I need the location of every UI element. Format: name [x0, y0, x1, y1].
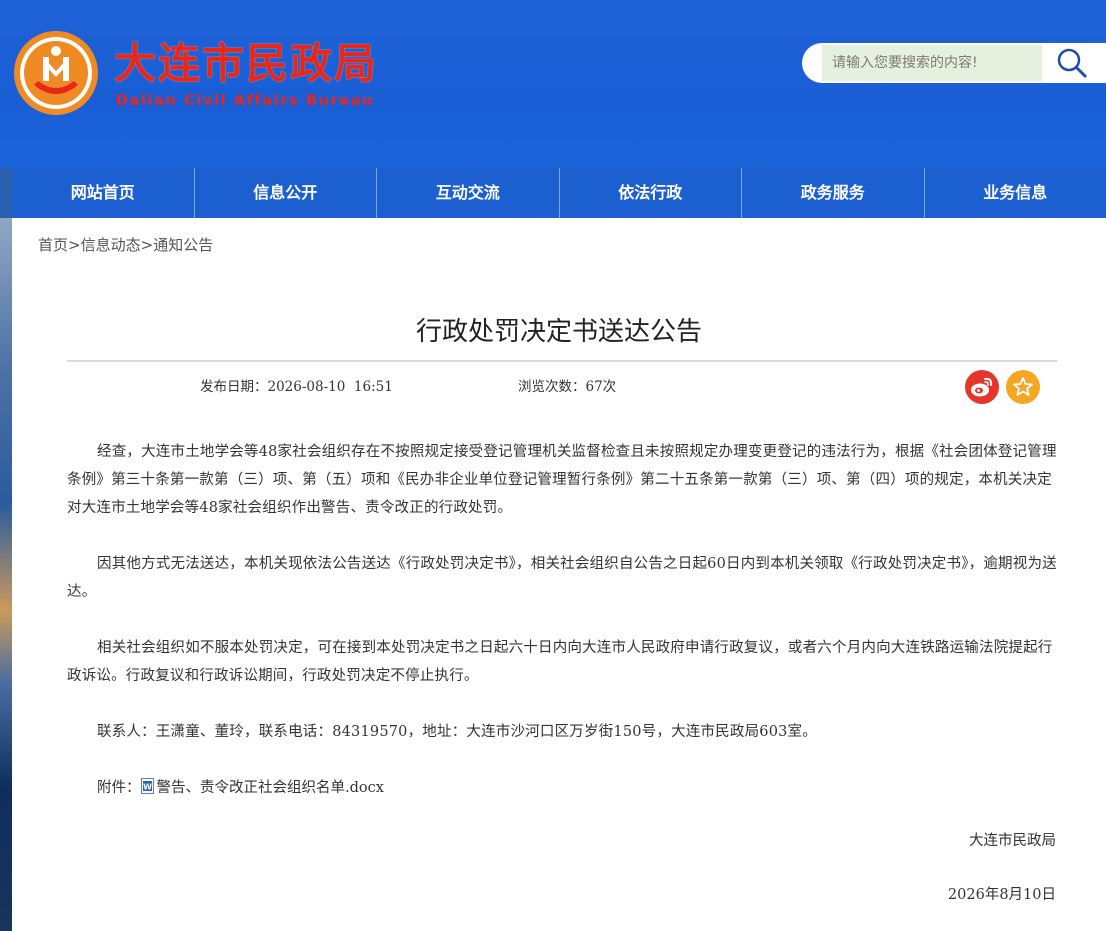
civil-affairs-emblem-icon[interactable] [12, 29, 100, 117]
publish-date-label: 发布日期： [200, 379, 268, 395]
article-title: 行政处罚决定书送达公告 [415, 317, 702, 347]
background-cityscape [0, 218, 12, 931]
signature-date: 2026年8月10日 [947, 887, 1056, 903]
site-title-cn: 大连市民政局 [114, 39, 379, 88]
site-header: 大连市民政局 Dalian Civil Affairs Bureau [0, 0, 1106, 168]
article-paragraph: 经查，大连市土地学会等48家社会组织存在不按照规定接受登记管理机关监督检查且未按… [67, 444, 1057, 516]
article-paragraph: 相关社会组织如不服本处罚决定，可在接到本处罚决定书之日起六十日内向大连市人民政府… [67, 640, 1053, 684]
breadcrumb-info-news[interactable]: 信息动态 [81, 236, 141, 254]
attachment-label: 附件： [97, 780, 141, 796]
breadcrumb-separator: > [140, 236, 154, 254]
view-count: 浏览次数：67次 [518, 376, 616, 398]
breadcrumb-notices[interactable]: 通知公告 [153, 236, 213, 254]
search-input[interactable] [822, 45, 1042, 81]
nav-item-interaction[interactable]: 互动交流 [377, 168, 560, 218]
main-nav: 网站首页 信息公开 互动交流 依法行政 政务服务 业务信息 [12, 168, 1106, 218]
nav-item-info-disclosure[interactable]: 信息公开 [195, 168, 377, 218]
search-icon [1057, 48, 1087, 78]
search-button[interactable] [1046, 45, 1098, 81]
svg-text:W: W [143, 783, 152, 792]
nav-item-law-admin[interactable]: 依法行政 [560, 168, 742, 218]
star-icon [1006, 370, 1040, 404]
favorite-button[interactable] [1006, 370, 1040, 404]
weibo-icon [965, 370, 999, 404]
nav-item-home[interactable]: 网站首页 [12, 168, 195, 218]
view-count-value: 67次 [585, 379, 617, 395]
article-paragraph: 因其他方式无法送达，本机关现依法公告送达《行政处罚决定书》，相关社会组织自公告之… [67, 556, 1057, 600]
share-weibo-button[interactable] [965, 370, 999, 404]
signature-organization: 大连市民政局 [969, 833, 1056, 849]
word-doc-icon: W [140, 778, 154, 794]
nav-item-gov-service[interactable]: 政务服务 [742, 168, 925, 218]
view-count-label: 浏览次数： [518, 379, 586, 395]
publish-date-value: 2026-08-10 16:51 [267, 379, 393, 395]
article-paragraph-contact: 联系人：王潇童、董玲，联系电话：84319570，地址：大连市沙河口区万岁街15… [97, 724, 817, 740]
nav-item-business-info[interactable]: 业务信息 [925, 168, 1106, 218]
content-panel: 首页>信息动态>通知公告 行政处罚决定书送达公告 发布日期：2026-08-10… [12, 218, 1106, 931]
site-title-en: Dalian Civil Affairs Bureau [116, 93, 375, 109]
attachment-row: 附件： W 警告、责令改正社会组织名单.docx [97, 777, 384, 799]
breadcrumb: 首页>信息动态>通知公告 [38, 234, 213, 256]
breadcrumb-separator: > [68, 236, 81, 254]
breadcrumb-home[interactable]: 首页 [38, 236, 68, 254]
attachment-link[interactable]: 警告、责令改正社会组织名单.docx [157, 780, 384, 796]
title-divider [67, 360, 1057, 362]
publish-date: 发布日期：2026-08-10 16:51 [200, 376, 393, 398]
